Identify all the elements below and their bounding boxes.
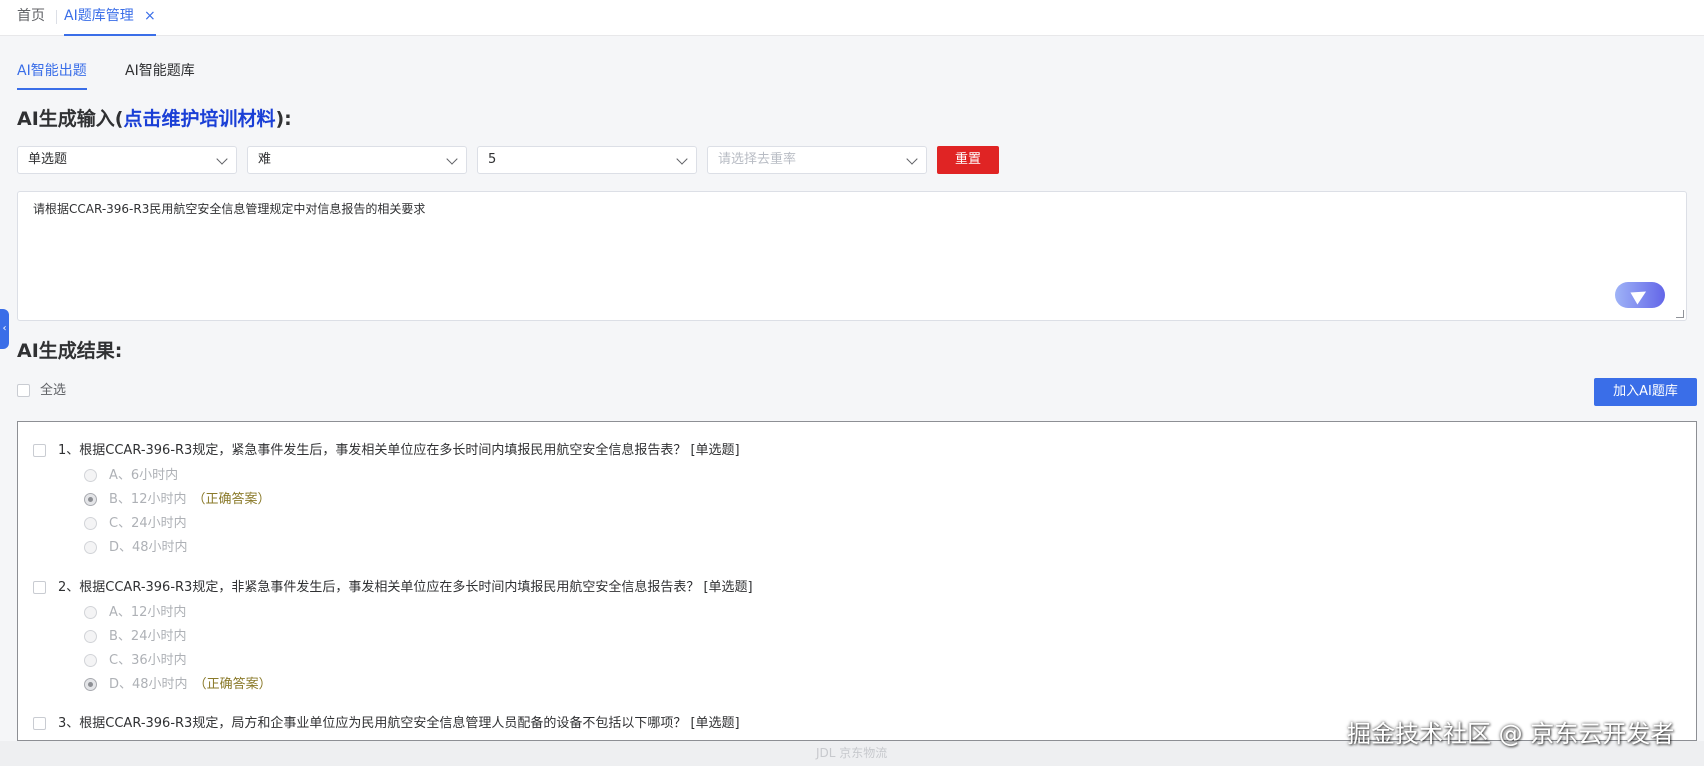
reset-button[interactable]: 重置: [937, 146, 999, 174]
question-text: 3、根据CCAR-396-R3规定，局方和企事业单位应为民用航空安全信息管理人员…: [58, 716, 740, 731]
correct-answer-tag: （正确答案）: [193, 677, 272, 692]
count-select[interactable]: 5: [477, 146, 697, 174]
question-header: 3、根据CCAR-396-R3规定，局方和企事业单位应为民用航空安全信息管理人员…: [33, 712, 740, 731]
count-value: 5: [488, 152, 497, 167]
question-header: 1、根据CCAR-396-R3规定，紧急事件发生后，事发相关单位应在多长时间内填…: [33, 439, 740, 458]
option-text: C、36小时内: [109, 653, 187, 668]
option-item: B、12小时内 （正确答案）: [84, 488, 270, 507]
chevron-left-icon: ‹: [2, 323, 7, 334]
option-item: C、36小时内: [84, 649, 187, 668]
close-icon[interactable]: ×: [144, 0, 156, 32]
question-type-select[interactable]: 单选题: [17, 146, 237, 174]
chevron-down-icon: [906, 153, 918, 165]
option-radio[interactable]: [84, 517, 97, 530]
send-button[interactable]: [1615, 282, 1665, 308]
tab-divider: [56, 10, 57, 24]
option-radio[interactable]: [84, 606, 97, 619]
dedupe-rate-placeholder: 请选择去重率: [718, 152, 797, 167]
option-radio[interactable]: [84, 493, 97, 506]
tab-ai-generate[interactable]: AI智能出题: [17, 58, 87, 90]
option-item: B、24小时内: [84, 625, 186, 644]
tab-label: AI题库管理: [64, 8, 134, 24]
add-to-ai-bank-button[interactable]: 加入AI题库: [1594, 378, 1697, 406]
chevron-down-icon: [216, 153, 228, 165]
option-text: B、24小时内: [109, 629, 187, 644]
chevron-down-icon: [676, 153, 688, 165]
option-radio[interactable]: [84, 630, 97, 643]
option-radio[interactable]: [84, 654, 97, 667]
resize-handle-icon[interactable]: [1676, 310, 1684, 318]
option-radio[interactable]: [84, 541, 97, 554]
question-checkbox[interactable]: [33, 581, 46, 594]
option-text: C、24小时内: [109, 516, 187, 531]
input-section-title: AI生成输入(点击维护培训材料):: [17, 104, 292, 131]
prompt-box: 请根据CCAR-396-R3民用航空安全信息管理规定中对信息报告的相关要求: [17, 191, 1687, 321]
question-type-value: 单选题: [28, 152, 68, 167]
maintain-materials-link[interactable]: 点击维护培训材料: [123, 108, 275, 130]
prompt-input[interactable]: 请根据CCAR-396-R3民用航空安全信息管理规定中对信息报告的相关要求: [18, 192, 1686, 320]
tab-home[interactable]: 首页: [17, 0, 45, 36]
difficulty-value: 难: [258, 152, 272, 167]
option-item: A、12小时内: [84, 601, 186, 620]
title-prefix: AI生成输入(: [17, 108, 124, 130]
result-section-title: AI生成结果:: [17, 340, 123, 362]
option-text: D、48小时内: [109, 540, 188, 555]
tab-ai-bank[interactable]: AI智能题库: [125, 58, 195, 90]
option-text: A、6小时内: [109, 468, 179, 483]
sidebar-collapse-handle[interactable]: ‹: [0, 309, 9, 349]
send-icon: [1630, 285, 1650, 305]
option-item: D、48小时内 （正确答案）: [84, 673, 272, 692]
question-text: 2、根据CCAR-396-R3规定，非紧急事件发生后，事发相关单位应在多长时间内…: [58, 580, 753, 595]
option-radio[interactable]: [84, 469, 97, 482]
question-text: 1、根据CCAR-396-R3规定，紧急事件发生后，事发相关单位应在多长时间内填…: [58, 443, 740, 458]
question-checkbox[interactable]: [33, 444, 46, 457]
option-text: D、48小时内: [109, 677, 188, 692]
dedupe-rate-select[interactable]: 请选择去重率: [707, 146, 927, 174]
tab-ai-question-bank[interactable]: AI题库管理 ×: [56, 0, 156, 36]
select-all[interactable]: 全选: [17, 379, 66, 398]
correct-answer-tag: （正确答案）: [192, 492, 271, 507]
top-nav: 首页 AI题库管理 ×: [0, 0, 1704, 36]
option-item: A、6小时内: [84, 464, 178, 483]
difficulty-select[interactable]: 难: [247, 146, 467, 174]
question-checkbox[interactable]: [33, 717, 46, 730]
select-all-label: 全选: [40, 383, 67, 398]
question-header: 2、根据CCAR-396-R3规定，非紧急事件发生后，事发相关单位应在多长时间内…: [33, 576, 753, 595]
title-suffix: ):: [275, 108, 292, 130]
watermark: 掘金技术社区 @ 京东云开发者: [1347, 720, 1675, 748]
option-text: A、12小时内: [109, 605, 187, 620]
footer-brand: JDL 京东物流: [816, 746, 888, 760]
option-item: D、48小时内: [84, 536, 188, 555]
option-radio[interactable]: [84, 678, 97, 691]
select-all-checkbox[interactable]: [17, 384, 30, 397]
results-panel: 1、根据CCAR-396-R3规定，紧急事件发生后，事发相关单位应在多长时间内填…: [17, 421, 1697, 741]
option-text: B、12小时内: [109, 492, 187, 507]
chevron-down-icon: [446, 153, 458, 165]
option-item: C、24小时内: [84, 512, 187, 531]
